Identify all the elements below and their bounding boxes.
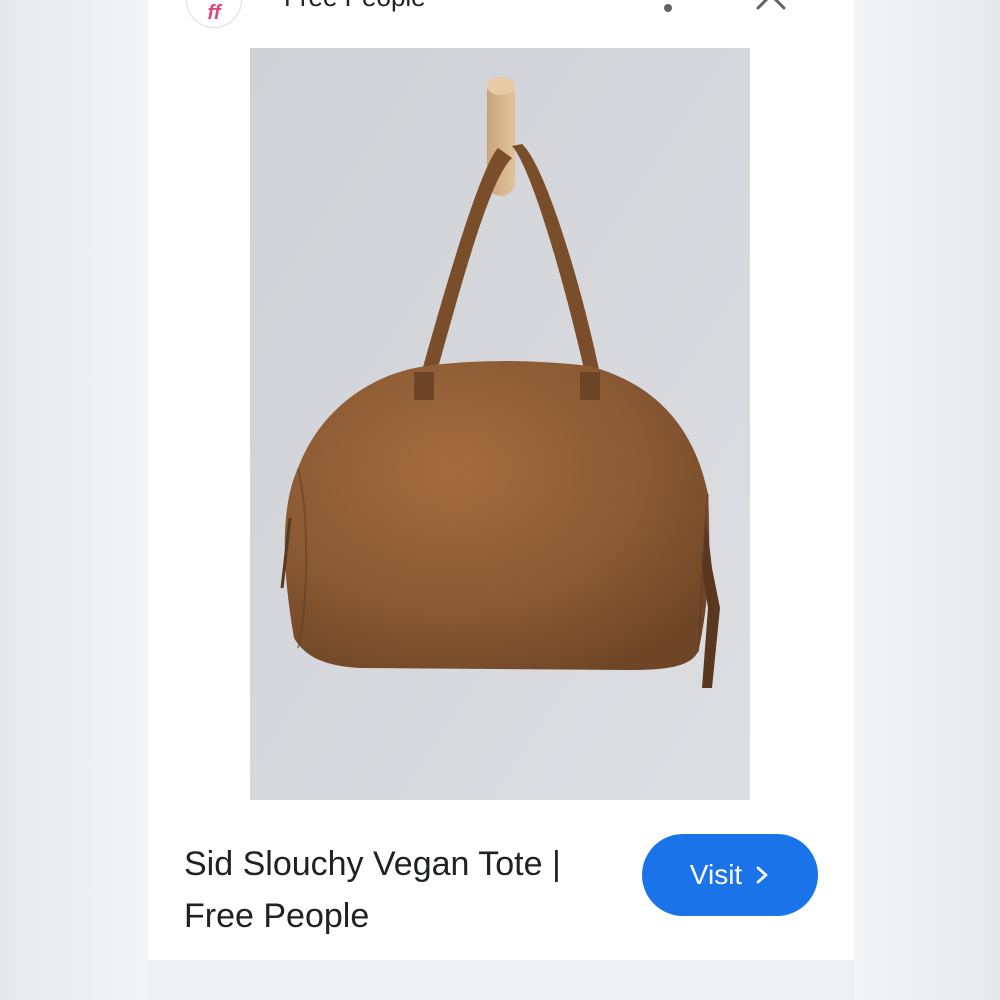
visit-button[interactable]: Visit (642, 834, 818, 916)
product-image[interactable] (250, 48, 750, 800)
visit-button-label: Visit (689, 859, 743, 890)
background-left (0, 0, 148, 1000)
free-people-logo-icon: ff (207, 1, 221, 24)
background-right (854, 0, 1000, 1000)
tote-bag-photo (250, 48, 750, 800)
lens-result-card: ff Free People (148, 0, 854, 960)
bag-body (284, 361, 710, 670)
chevron-right-icon (756, 866, 768, 884)
product-title[interactable]: Sid Slouchy Vegan Tote | Free People (184, 838, 604, 942)
site-name[interactable]: Free People (284, 0, 426, 13)
site-favicon[interactable]: ff (186, 0, 242, 28)
more-vertical-icon[interactable] (658, 0, 678, 12)
close-icon[interactable] (754, 0, 788, 12)
result-header: ff Free People (148, 0, 854, 48)
